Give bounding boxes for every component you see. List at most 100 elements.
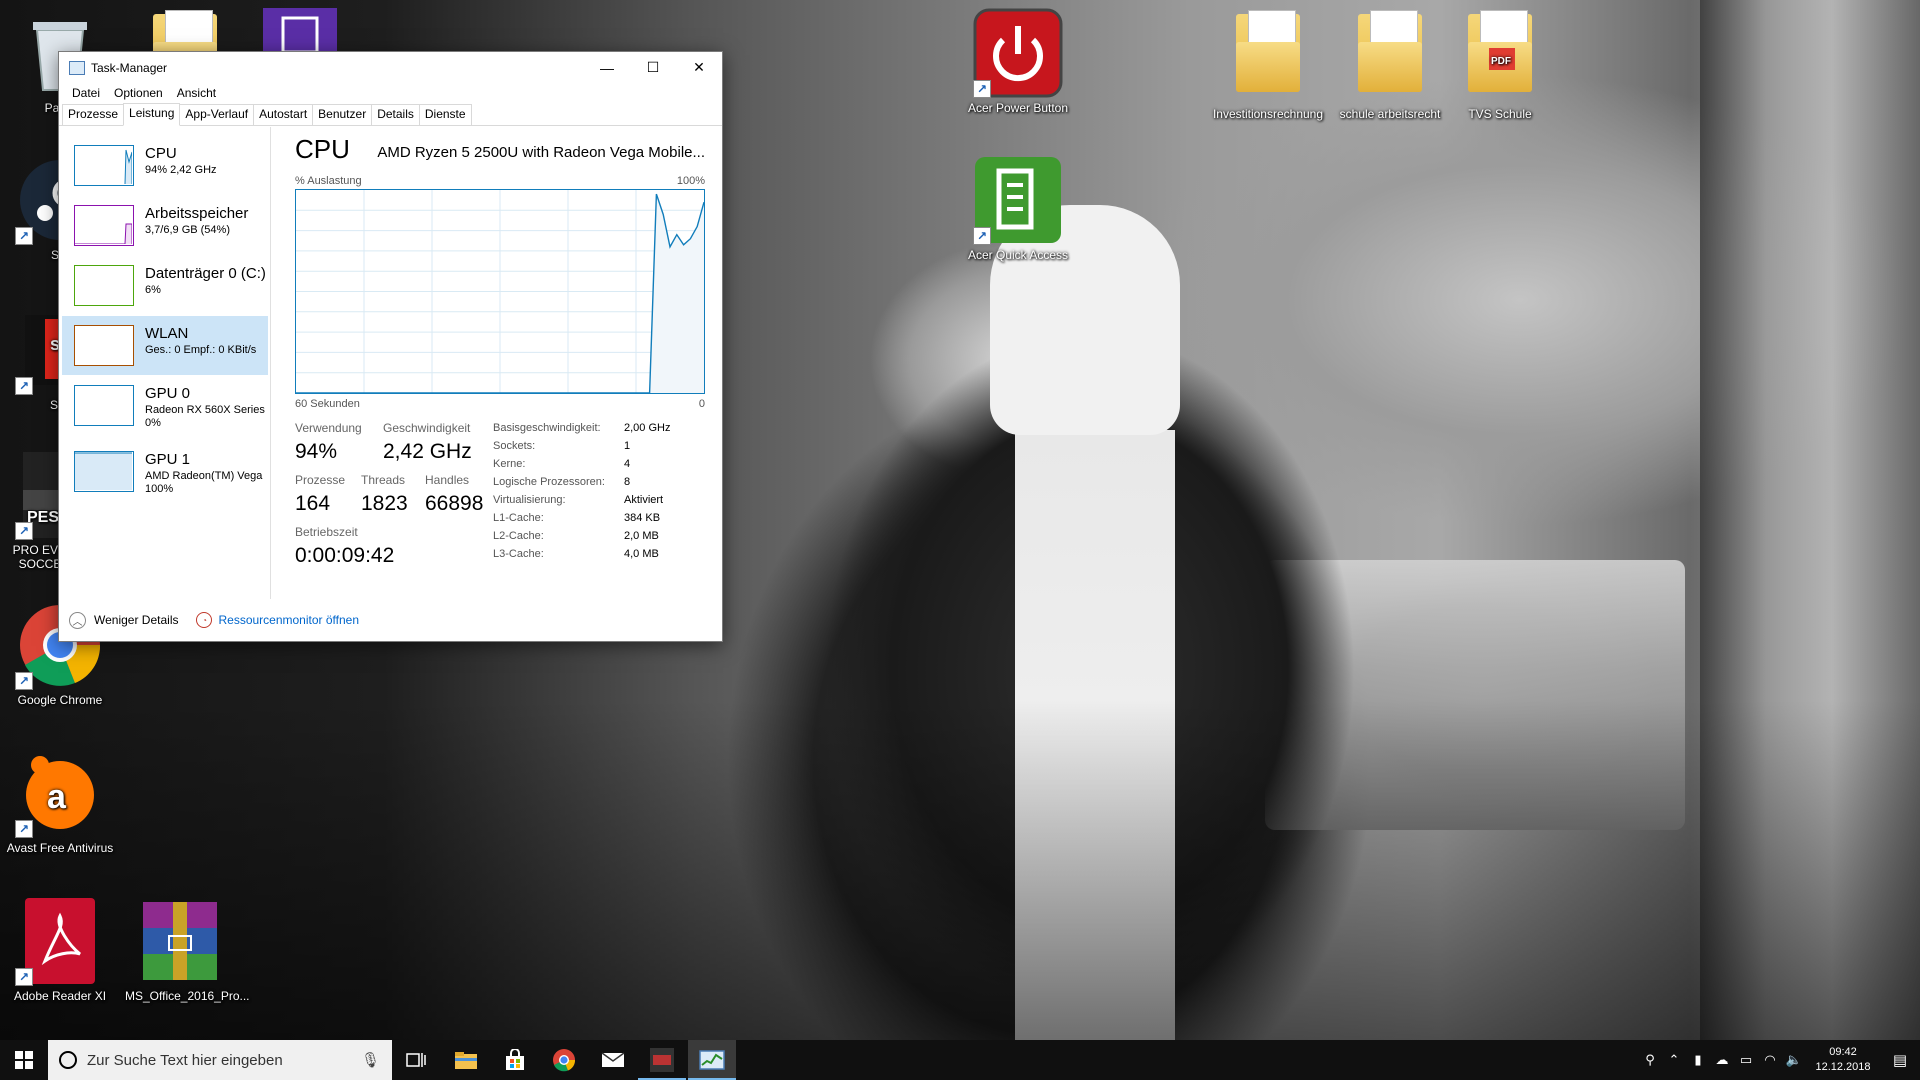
spec-key: Kerne: <box>493 458 526 470</box>
cpu-model: AMD Ryzen 5 2500U with Radeon Vega Mobil… <box>377 144 705 161</box>
storage-icon[interactable]: ▮ <box>1686 1052 1710 1068</box>
shortcut-arrow-icon: ↗ <box>15 227 33 245</box>
desktop-icon-acer-quick-access[interactable]: ↗ Acer Quick Access <box>963 155 1073 262</box>
tab-leistung[interactable]: Leistung <box>123 103 181 126</box>
taskbar-task-manager[interactable] <box>688 1040 736 1080</box>
desktop-icon-investitionsrechnung[interactable]: Investitionsrechnung <box>1203 8 1333 121</box>
taskbar-store[interactable] <box>491 1040 539 1080</box>
microphone-icon[interactable]: 🎙 <box>361 1051 380 1069</box>
search-input[interactable]: Zur Suche Text hier eingeben <box>87 1052 283 1069</box>
task-view-icon <box>406 1053 426 1067</box>
spec-value: 2,00 GHz <box>624 422 671 434</box>
spec-row: Kerne: 4 <box>493 458 705 476</box>
sidebar-item-gpu1[interactable]: GPU 1 AMD Radeon(TM) Vega 100% <box>62 442 268 501</box>
taskbar-chrome[interactable] <box>540 1040 588 1080</box>
mail-icon <box>601 1052 625 1067</box>
task-view-button[interactable] <box>392 1040 440 1080</box>
people-icon[interactable]: ⚲ <box>1638 1052 1662 1068</box>
desktop-icon-schule-arbeitsrecht[interactable]: schule arbeitsrecht <box>1325 8 1455 121</box>
cpu-detail: CPU AMD Ryzen 5 2500U with Radeon Vega M… <box>295 127 705 599</box>
desktop-icon-winrar[interactable]: MS_Office_2016_Pro... <box>125 896 250 1003</box>
memory-thumbnail <box>74 205 134 246</box>
usage-label: Verwendung <box>295 421 362 435</box>
minimize-button[interactable]: — <box>584 52 630 83</box>
tab-benutzer[interactable]: Benutzer <box>312 104 373 125</box>
spec-row: Logische Prozessoren: 8 <box>493 476 705 494</box>
battery-icon[interactable]: ▭ <box>1734 1052 1758 1068</box>
sidebar-item-label: CPU <box>145 145 177 162</box>
taskbar-mail[interactable] <box>589 1040 637 1080</box>
task-manager-icon <box>69 60 85 75</box>
processes-value: 164 <box>295 492 331 515</box>
open-resource-monitor-link[interactable]: Ressourcenmonitor öffnen <box>218 613 359 627</box>
sidebar-item-wlan[interactable]: WLAN Ges.: 0 Empf.: 0 KBit/s <box>62 316 268 375</box>
clock[interactable]: 09:42 12.12.2018 <box>1806 1045 1880 1075</box>
shortcut-arrow-icon: ↗ <box>15 377 33 395</box>
wifi-icon[interactable]: ◠ <box>1758 1052 1782 1068</box>
spec-value: 8 <box>624 476 631 488</box>
desktop-icon-adobe-reader[interactable]: ↗ Adobe Reader XI <box>5 896 115 1003</box>
shortcut-arrow-icon: ↗ <box>15 522 33 540</box>
footer-bar: ︿ Weniger Details ◔ Ressourcenmonitor öf… <box>59 599 722 641</box>
sidebar-item-disk[interactable]: Datenträger 0 (C:) 6% <box>62 256 268 315</box>
start-button[interactable] <box>0 1040 48 1080</box>
search-box[interactable]: Zur Suche Text hier eingeben 🎙 <box>48 1040 392 1080</box>
uptime-label: Betriebszeit <box>295 525 358 539</box>
shortcut-arrow-icon: ↗ <box>973 227 991 245</box>
clock-date: 12.12.2018 <box>1815 1061 1871 1073</box>
maximize-button[interactable]: ☐ <box>630 52 676 83</box>
tab-app-verlauf[interactable]: App-Verlauf <box>179 104 255 125</box>
spec-key: Sockets: <box>493 440 536 452</box>
folder-icon <box>1223 10 1313 104</box>
folder-pdf-icon: PDF <box>1455 10 1545 104</box>
sidebar-item-value: 94% 2,42 GHz <box>145 164 217 176</box>
chrome-icon <box>553 1049 576 1072</box>
power-icon: ↗ <box>973 8 1063 98</box>
menu-bar: Datei Optionen Ansicht <box>59 83 722 103</box>
desktop-icon-acer-power[interactable]: ↗ Acer Power Button <box>963 8 1073 115</box>
menu-optionen[interactable]: Optionen <box>107 86 170 100</box>
taskbar-game[interactable] <box>638 1040 686 1080</box>
tab-details[interactable]: Details <box>371 104 420 125</box>
spec-key: L3-Cache: <box>493 548 544 560</box>
folder-icon <box>1345 10 1435 104</box>
close-button[interactable]: ✕ <box>676 52 722 83</box>
tab-autostart[interactable]: Autostart <box>253 104 314 125</box>
shortcut-arrow-icon: ↗ <box>15 968 33 986</box>
window-controls: — ☐ ✕ <box>584 52 722 83</box>
chevron-up-icon[interactable]: ⌃ <box>1662 1052 1686 1068</box>
desktop-icon-avast[interactable]: a ↗ Avast Free Antivirus <box>5 748 115 855</box>
wallpaper-shade <box>0 700 1920 1040</box>
adobe-reader-icon: ↗ <box>15 896 105 986</box>
chevron-up-icon[interactable]: ︿ <box>69 611 86 629</box>
fewer-details-button[interactable]: Weniger Details <box>94 613 178 627</box>
utilization-label: % Auslastung <box>295 175 362 187</box>
sidebar-item-gpu0[interactable]: GPU 0 Radeon RX 560X Series 0% <box>62 376 268 435</box>
tab-dienste[interactable]: Dienste <box>418 104 472 125</box>
menu-ansicht[interactable]: Ansicht <box>170 86 223 100</box>
windows-icon <box>15 1051 33 1069</box>
cpu-specs: Basisgeschwindigkeit: 2,00 GHz Sockets: 1 … <box>493 422 705 566</box>
shortcut-arrow-icon: ↗ <box>15 820 33 838</box>
desktop-icon-tvs-schule[interactable]: PDF TVS Schule <box>1445 8 1555 121</box>
gpu1-usage: 100% <box>145 483 174 495</box>
sidebar-item-cpu[interactable]: CPU 94% 2,42 GHz <box>62 136 268 195</box>
wlan-thumbnail <box>74 325 134 366</box>
volume-icon[interactable]: 🔈 <box>1782 1052 1806 1068</box>
tab-prozesse[interactable]: Prozesse <box>62 104 125 125</box>
notification-icon[interactable]: ▤ <box>1880 1051 1920 1069</box>
sidebar-item-value: 6% <box>145 284 161 296</box>
threads-label: Threads <box>361 473 406 487</box>
sidebar-item-memory[interactable]: Arbeitsspeicher 3,7/6,9 GB (54%) <box>62 196 268 255</box>
cpu-utilization-graph[interactable] <box>295 189 705 394</box>
spec-value: Aktiviert <box>624 494 664 506</box>
spec-row: Virtualisierung: Aktiviert <box>493 494 705 512</box>
menu-datei[interactable]: Datei <box>65 86 107 100</box>
taskbar-explorer[interactable] <box>442 1040 490 1080</box>
task-manager-window[interactable]: Task-Manager — ☐ ✕ Datei Optionen Ansich… <box>58 51 723 642</box>
sidebar-item-value: 3,7/6,9 GB (54%) <box>145 224 230 236</box>
title-bar[interactable]: Task-Manager — ☐ ✕ <box>59 52 722 83</box>
handles-label: Handles <box>425 473 470 487</box>
onedrive-icon[interactable]: ☁ <box>1710 1052 1734 1068</box>
usage-value: 94% <box>295 440 338 463</box>
